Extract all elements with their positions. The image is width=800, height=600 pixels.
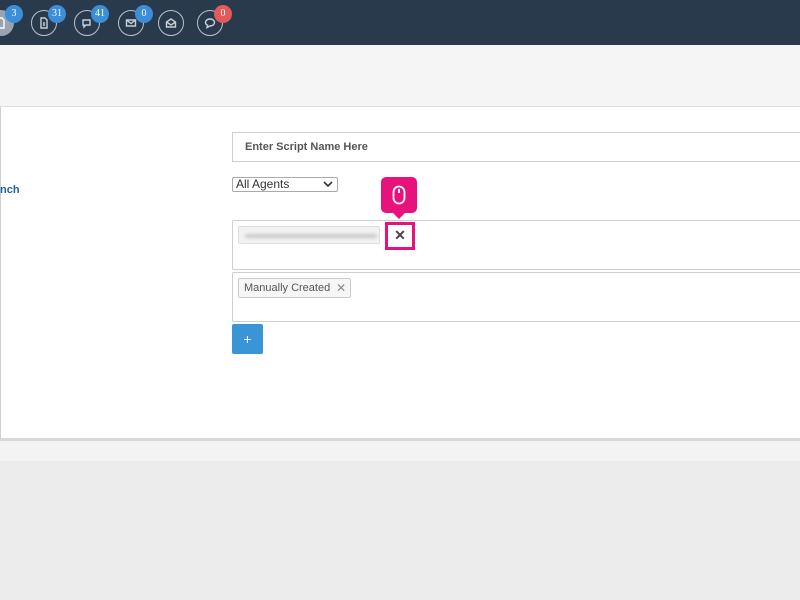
document-icon[interactable]: 3 xyxy=(0,5,23,36)
remove-tag-button[interactable]: ✕ xyxy=(385,222,415,250)
chat-icon[interactable]: 41 xyxy=(74,5,109,36)
category-tag-field[interactable]: Manually Created ✕ xyxy=(232,272,800,322)
mail-icon[interactable]: 0 xyxy=(118,5,153,36)
chevron-down-icon xyxy=(323,181,333,188)
footer-strip xyxy=(0,441,800,461)
script-name-input[interactable] xyxy=(232,132,800,162)
page-header: : xyxy=(0,45,800,107)
tag-remove-icon[interactable]: ✕ xyxy=(336,279,346,297)
top-nav-bar: 3 31 41 0 0 xyxy=(0,0,800,45)
agent-select-value: All Agents xyxy=(236,177,290,191)
notification-badge: 41 xyxy=(91,5,109,23)
redacted-text xyxy=(245,234,377,238)
tag-manually-created: Manually Created ✕ xyxy=(238,278,352,298)
notification-badge: 0 xyxy=(135,5,153,23)
sidebar-link[interactable]: nch xyxy=(0,184,20,196)
click-callout xyxy=(381,177,417,219)
comment-icon[interactable]: 0 xyxy=(197,5,232,36)
notification-badge: 31 xyxy=(48,5,66,23)
agent-tag-field[interactable] xyxy=(232,220,800,270)
agent-select[interactable]: All Agents xyxy=(232,177,338,192)
add-button[interactable]: + xyxy=(232,324,263,354)
tag-label: Manually Created xyxy=(244,282,331,294)
page-title-fragment: : xyxy=(0,75,1,93)
redacted-tag xyxy=(238,226,380,244)
notification-badge: 3 xyxy=(5,5,23,23)
open-mail-icon[interactable] xyxy=(158,10,184,36)
notification-badge: 0 xyxy=(214,5,232,23)
mouse-click-icon xyxy=(392,185,406,205)
file-icon[interactable]: 31 xyxy=(31,5,66,36)
